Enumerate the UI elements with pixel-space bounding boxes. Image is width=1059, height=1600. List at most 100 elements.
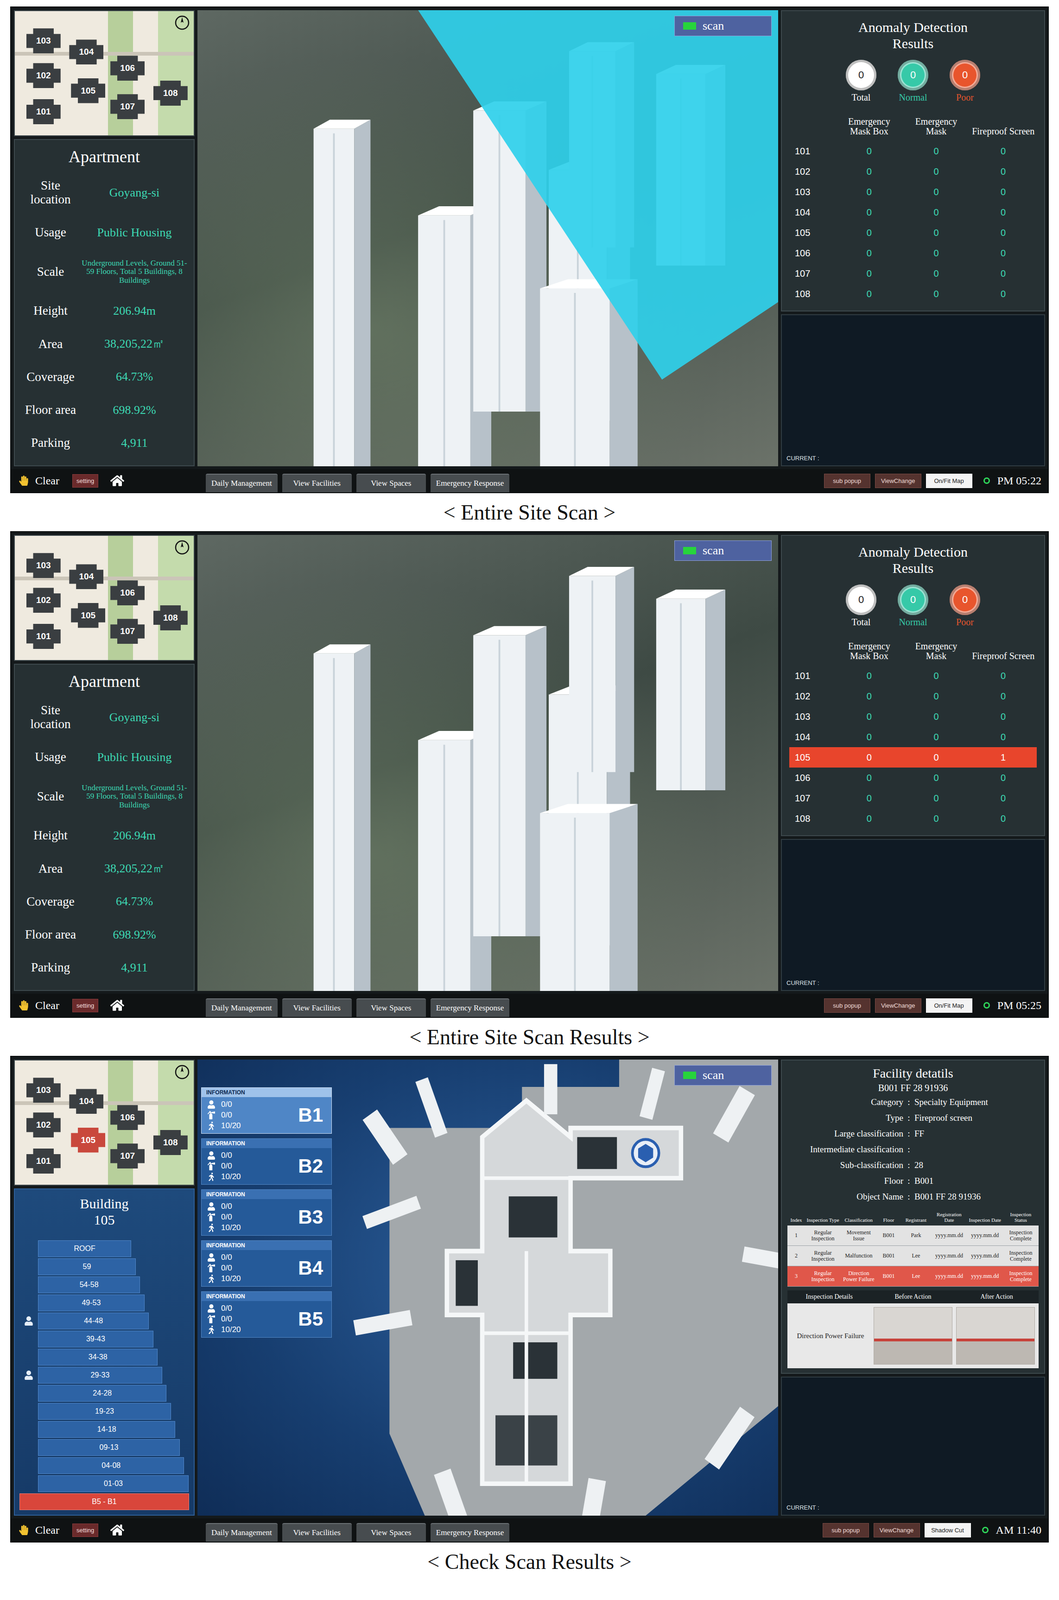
floor-card[interactable]: INFORMATION0/00/010/20B3	[201, 1189, 332, 1236]
nav-tab[interactable]: View Spaces	[356, 473, 426, 493]
setting-button[interactable]: setting	[72, 1523, 99, 1537]
nav-tab[interactable]: View Facilities	[282, 998, 352, 1017]
clear-button[interactable]: Clear	[15, 1521, 63, 1539]
tool-button[interactable]: Shadow Cut	[924, 1522, 971, 1538]
floor-item[interactable]: 09-13	[38, 1439, 180, 1456]
minimap[interactable]: 103 104106 102 105 101 107 108	[13, 1059, 195, 1186]
compass-icon[interactable]	[174, 1064, 191, 1080]
building-marker[interactable]: 105	[70, 1127, 106, 1153]
nav-tab[interactable]: Daily Management	[205, 1522, 278, 1542]
minimap[interactable]: 103104106102105101107108	[13, 10, 195, 137]
building-marker[interactable]: 104	[69, 39, 104, 65]
building-marker[interactable]: 108	[153, 1129, 188, 1155]
building-marker[interactable]: 107	[110, 618, 145, 644]
tool-button[interactable]: ViewChange	[873, 1522, 920, 1538]
building-marker[interactable]: 105	[70, 602, 106, 628]
building-marker[interactable]: 102	[26, 1112, 61, 1138]
floor-item[interactable]: 14-18	[38, 1420, 176, 1438]
building-marker[interactable]: 107	[110, 1143, 145, 1169]
floor-card[interactable]: INFORMATION0/00/010/20B4	[201, 1240, 332, 1287]
tool-button[interactable]: sub popup	[822, 1522, 869, 1538]
compass-icon[interactable]	[174, 14, 191, 31]
floor-plan[interactable]: scan	[336, 1059, 779, 1516]
tool-button[interactable]: On/Fit Map	[925, 998, 973, 1013]
nav-tab[interactable]: View Facilities	[282, 1522, 352, 1542]
scan-button[interactable]: scan	[674, 15, 772, 37]
building-marker[interactable]: 104	[69, 1088, 104, 1114]
floor-row[interactable]: 14-18	[19, 1420, 190, 1438]
scan-button[interactable]: scan	[674, 1065, 772, 1086]
compass-icon[interactable]	[174, 539, 191, 556]
clear-button[interactable]: Clear	[15, 472, 63, 489]
tool-button[interactable]: sub popup	[824, 473, 871, 489]
tool-button[interactable]: sub popup	[824, 998, 871, 1013]
nav-tab[interactable]: View Spaces	[356, 998, 426, 1017]
floor-item[interactable]: 59	[38, 1258, 136, 1275]
building-marker[interactable]: 102	[26, 63, 61, 89]
building-marker[interactable]: 105	[70, 78, 106, 104]
floor-item[interactable]: 04-08	[38, 1457, 184, 1474]
nav-tab[interactable]: Emergency Response	[430, 1522, 510, 1542]
building-marker[interactable]: 106	[110, 55, 145, 81]
setting-button[interactable]: setting	[72, 998, 99, 1013]
map-view[interactable]: scan	[197, 534, 779, 991]
floor-item[interactable]: 29-33	[38, 1366, 163, 1384]
scan-button[interactable]: scan	[674, 540, 772, 561]
home-button[interactable]	[108, 1521, 127, 1539]
nav-tab[interactable]: Emergency Response	[430, 473, 510, 493]
floor-row[interactable]: 01-03	[19, 1475, 190, 1492]
floor-item[interactable]: ROOF	[38, 1240, 132, 1257]
floor-item[interactable]: 01-03	[38, 1475, 189, 1492]
floor-item[interactable]: B5 - B1	[19, 1493, 190, 1510]
floor-row[interactable]: 54-58	[19, 1276, 190, 1294]
building-marker[interactable]: 103	[26, 1077, 61, 1103]
floor-row[interactable]: 39-43	[19, 1330, 190, 1348]
building-marker[interactable]: 108	[153, 605, 188, 631]
floor-row[interactable]: ROOF	[19, 1240, 190, 1257]
tool-button[interactable]: ViewChange	[875, 998, 922, 1013]
floor-row[interactable]: 59	[19, 1258, 190, 1275]
map-view[interactable]: scan	[197, 10, 779, 467]
building-marker[interactable]: 108	[153, 80, 188, 106]
setting-button[interactable]: setting	[72, 474, 99, 488]
floor-card[interactable]: INFORMATION0/00/010/20B1	[201, 1087, 332, 1134]
compass-icon[interactable]	[174, 1064, 191, 1080]
home-button[interactable]	[108, 471, 127, 490]
clear-button[interactable]: Clear	[15, 997, 63, 1014]
building-marker[interactable]: 102	[26, 587, 61, 613]
nav-tab[interactable]: Daily Management	[205, 998, 278, 1017]
floor-row[interactable]: B5 - B1	[19, 1493, 190, 1510]
floor-card[interactable]: INFORMATION0/00/010/20B5	[201, 1291, 332, 1338]
tool-button[interactable]: ViewChange	[875, 473, 922, 489]
floor-row[interactable]: 34-38	[19, 1348, 190, 1366]
home-button[interactable]	[108, 996, 127, 1015]
building-marker[interactable]: 106	[110, 580, 145, 606]
building-marker[interactable]: 106	[110, 1104, 145, 1130]
scan-result-marker-icon[interactable]	[632, 1139, 660, 1167]
floor-item[interactable]: 34-38	[38, 1348, 158, 1366]
compass-icon[interactable]	[174, 539, 191, 556]
floor-item[interactable]: 54-58	[38, 1276, 140, 1294]
floor-row[interactable]: 09-13	[19, 1439, 190, 1456]
floor-row[interactable]: 44-48	[19, 1312, 190, 1330]
compass-icon[interactable]	[174, 14, 191, 31]
floor-row[interactable]: 49-53	[19, 1294, 190, 1312]
building-marker[interactable]: 104	[69, 564, 104, 590]
nav-tab[interactable]: Emergency Response	[430, 998, 510, 1017]
building-marker[interactable]: 101	[26, 99, 61, 125]
floor-row[interactable]: 19-23	[19, 1402, 190, 1420]
tool-button[interactable]: On/Fit Map	[925, 473, 973, 489]
nav-tab[interactable]: View Facilities	[282, 473, 352, 493]
floor-card[interactable]: INFORMATION0/00/010/20B2	[201, 1138, 332, 1185]
nav-tab[interactable]: Daily Management	[205, 473, 278, 493]
floor-row[interactable]: 04-08	[19, 1457, 190, 1474]
floor-row[interactable]: 24-28	[19, 1384, 190, 1402]
minimap[interactable]: 103 104106 102 105 101 107 108	[13, 534, 195, 661]
floor-item[interactable]: 39-43	[38, 1330, 154, 1348]
building-marker[interactable]: 103	[26, 552, 61, 578]
nav-tab[interactable]: View Spaces	[356, 1522, 426, 1542]
building-marker[interactable]: 101	[26, 1148, 61, 1174]
building-marker[interactable]: 101	[26, 623, 61, 649]
floor-row[interactable]: 29-33	[19, 1366, 190, 1384]
floor-item[interactable]: 24-28	[38, 1384, 167, 1402]
